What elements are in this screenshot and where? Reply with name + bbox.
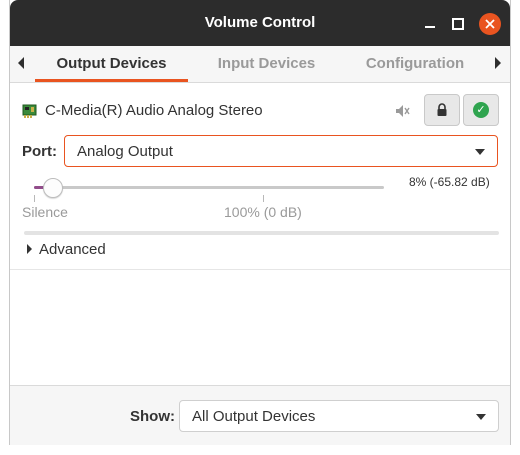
slider-tick-silence bbox=[34, 195, 35, 202]
speaker-muted-icon bbox=[396, 105, 410, 117]
expander-arrow-icon[interactable] bbox=[27, 244, 32, 254]
tab-configuration[interactable]: Configuration bbox=[345, 55, 485, 72]
advanced-expander[interactable]: Advanced bbox=[39, 241, 106, 258]
content-divider bbox=[10, 269, 510, 270]
device-separator bbox=[24, 231, 499, 235]
port-dropdown[interactable]: Analog Output bbox=[64, 135, 498, 167]
port-label: Port: bbox=[22, 143, 57, 160]
tab-bar: Output Devices Input Devices Configurati… bbox=[10, 46, 510, 83]
volume-slider-track[interactable] bbox=[34, 186, 384, 189]
volume-control-window: Volume Control Output Devices Input Devi… bbox=[9, 0, 511, 445]
sound-card-icon bbox=[22, 104, 37, 118]
show-label: Show: bbox=[130, 408, 175, 425]
minimize-icon bbox=[425, 26, 435, 28]
tab-scroll-right-icon[interactable] bbox=[495, 57, 501, 69]
full-volume-mark-label: 100% (0 dB) bbox=[224, 204, 302, 220]
maximize-icon bbox=[452, 18, 464, 30]
volume-value: 8% (-65.82 dB) bbox=[409, 175, 490, 189]
maximize-button[interactable] bbox=[447, 13, 469, 35]
tab-output-devices[interactable]: Output Devices bbox=[35, 55, 188, 72]
chevron-down-icon bbox=[476, 414, 486, 420]
active-tab-indicator bbox=[35, 79, 188, 82]
footer-bar: Show: All Output Devices bbox=[10, 385, 510, 445]
close-button[interactable] bbox=[479, 13, 501, 35]
tab-scroll-left-icon[interactable] bbox=[18, 57, 24, 69]
tab-input-devices[interactable]: Input Devices bbox=[195, 55, 338, 72]
close-icon bbox=[485, 19, 495, 29]
lock-icon bbox=[437, 103, 447, 116]
set-default-button[interactable]: ✓ bbox=[463, 94, 499, 126]
check-icon: ✓ bbox=[473, 102, 489, 118]
silence-mark-label: Silence bbox=[22, 204, 68, 220]
show-dropdown[interactable]: All Output Devices bbox=[179, 400, 499, 432]
lock-channels-button[interactable] bbox=[424, 94, 460, 126]
slider-tick-100 bbox=[263, 195, 264, 202]
show-selected-value: All Output Devices bbox=[192, 408, 316, 425]
port-selected-value: Analog Output bbox=[77, 143, 173, 160]
titlebar[interactable]: Volume Control bbox=[10, 0, 510, 46]
volume-slider-handle[interactable] bbox=[43, 178, 63, 198]
chevron-down-icon bbox=[475, 149, 485, 155]
minimize-button[interactable] bbox=[419, 13, 441, 35]
device-name: C-Media(R) Audio Analog Stereo bbox=[45, 102, 263, 119]
